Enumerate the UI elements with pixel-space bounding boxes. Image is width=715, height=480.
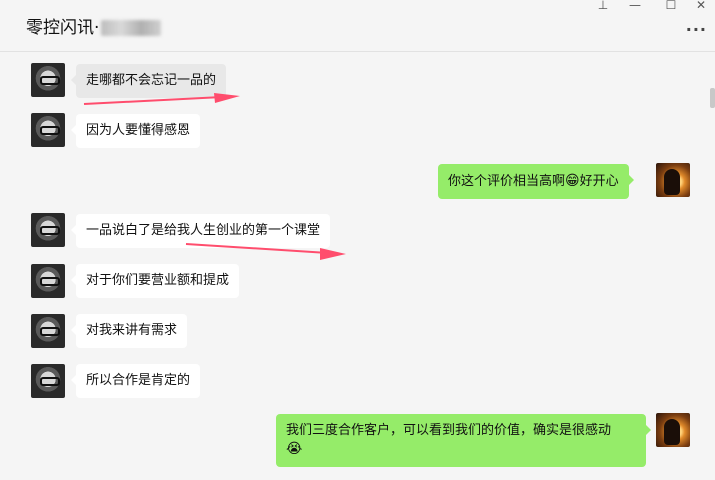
pin-icon[interactable]: ⊥ (594, 0, 612, 12)
message-text: 我们三度合作客户，可以看到我们的价值，确实是很感动 (286, 423, 612, 438)
close-icon[interactable]: ✕ (692, 0, 710, 12)
avatar[interactable] (31, 63, 65, 97)
avatar[interactable] (31, 364, 65, 398)
grin-emoji-icon: 😁 (565, 173, 580, 189)
avatar[interactable] (31, 314, 65, 348)
message-text: 所以合作是肯定的 (86, 373, 191, 388)
message-bubble[interactable]: 一品说白了是给我人生创业的第一个课堂 (70, 214, 331, 248)
message-text: 走哪都不会忘记一品的 (86, 73, 217, 88)
message-text: 你这个评价相当高啊 (448, 174, 566, 189)
maximize-icon[interactable]: ☐ (662, 0, 680, 12)
crying-emoji-icon: 😭 (286, 441, 303, 457)
avatar[interactable] (31, 264, 65, 298)
message-text: 对我来讲有需求 (86, 323, 178, 338)
message-bubble[interactable]: 对我来讲有需求 (70, 314, 188, 348)
avatar[interactable] (31, 113, 65, 147)
chat-header: 零控闪讯· ⊥ — ☐ ✕ ··· (0, 0, 715, 52)
scrollbar[interactable] (710, 88, 715, 108)
message-bubble[interactable]: 你这个评价相当高啊😁好开心 (438, 164, 634, 199)
message-text: 因为人要懂得感恩 (86, 123, 191, 138)
chat-title-text: 零控闪讯· (26, 18, 100, 38)
minimize-icon[interactable]: — (626, 0, 644, 12)
message-text: 一品说白了是给我人生创业的第一个课堂 (86, 223, 321, 238)
message-bubble[interactable]: 所以合作是肯定的 (70, 364, 201, 398)
message-text: 好开心 (579, 174, 619, 189)
message-bubble[interactable]: 因为人要懂得感恩 (70, 114, 201, 148)
chat-title[interactable]: 零控闪讯· (26, 13, 162, 38)
message-bubble[interactable]: 对于你们要营业额和提成 (70, 264, 240, 298)
avatar[interactable] (656, 413, 690, 447)
message-bubble[interactable]: 我们三度合作客户，可以看到我们的价值，确实是很感动 😭 (276, 414, 651, 467)
more-options-icon[interactable]: ··· (686, 20, 707, 39)
message-text: 对于你们要营业额和提成 (86, 273, 230, 288)
blurred-name (101, 20, 162, 36)
message-bubble[interactable]: 走哪都不会忘记一品的 (70, 64, 227, 98)
avatar[interactable] (656, 163, 690, 197)
avatar[interactable] (31, 213, 65, 247)
